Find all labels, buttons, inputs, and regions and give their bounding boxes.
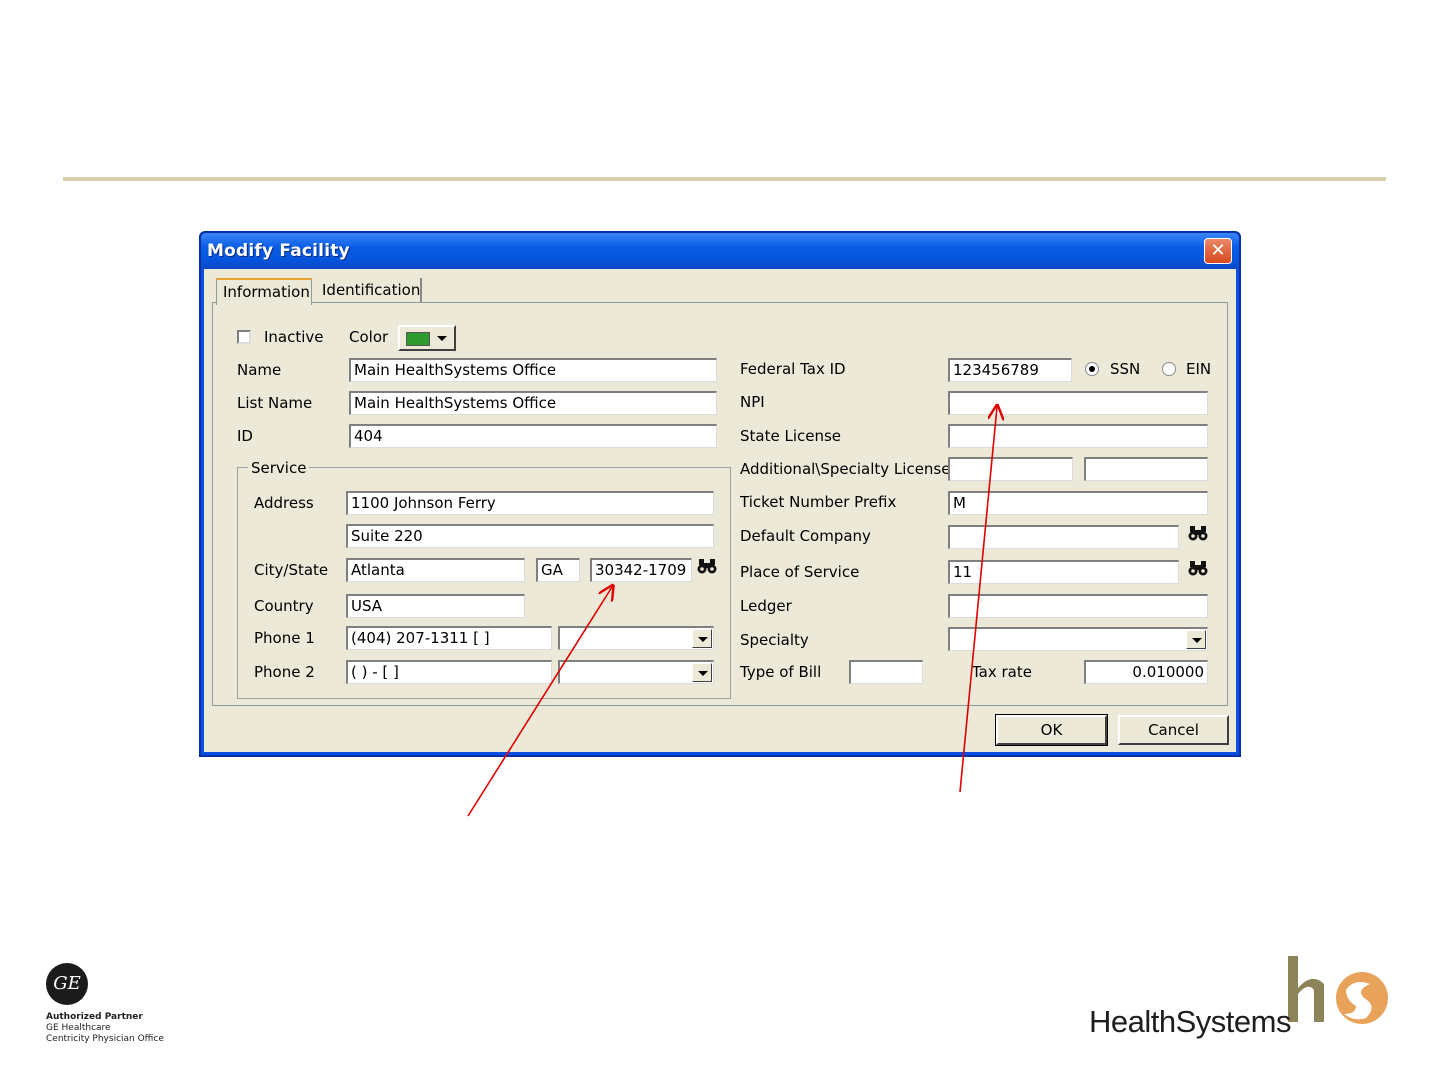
annotation-arrows	[467, 0, 1440, 817]
npi-annotation-arrow	[959, 407, 997, 793]
zip-annotation-arrow	[467, 587, 612, 817]
ge-partner-line3: Centricity Physician Office	[46, 1034, 164, 1044]
ge-logo: GE	[46, 963, 88, 1005]
tab-information[interactable]: Information	[216, 278, 312, 305]
ge-partner-line1: Authorized Partner	[46, 1012, 143, 1022]
ge-partner-line2: GE Healthcare	[46, 1023, 111, 1033]
healthsystems-wordmark: HealthSystems	[1089, 1004, 1291, 1039]
healthsystems-logo-mark	[1288, 956, 1388, 1024]
